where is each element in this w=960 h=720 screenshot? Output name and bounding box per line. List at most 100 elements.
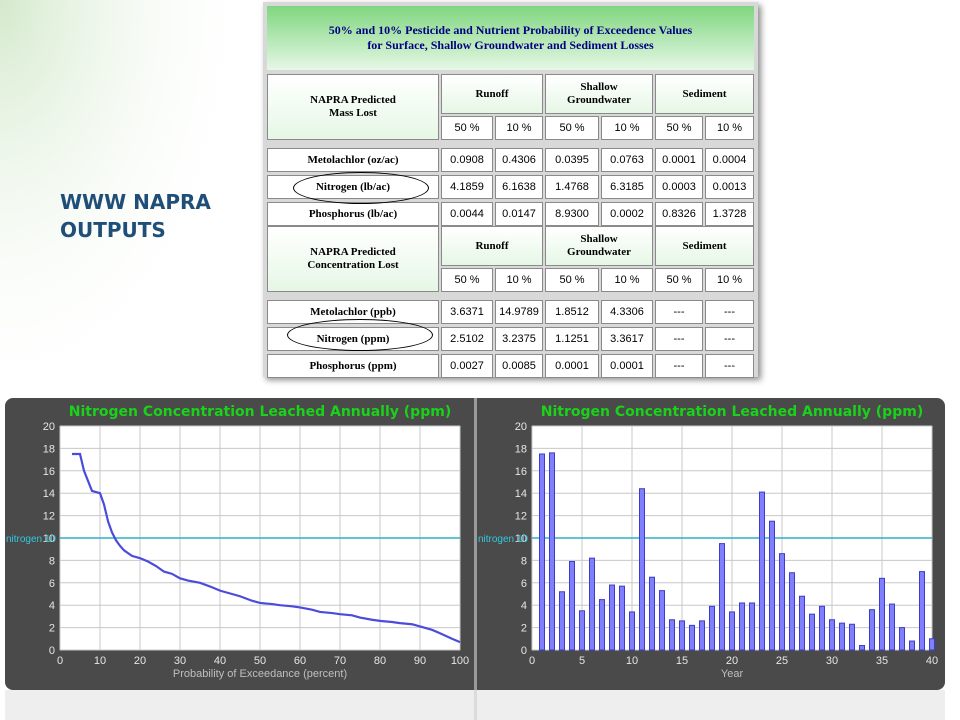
value-cell: 4.1859 (441, 175, 493, 199)
bar (659, 590, 665, 651)
chart-title: Nitrogen Concentration Leached Annually … (541, 404, 923, 420)
x-tick-label: 20 (726, 655, 738, 667)
percent-subheader: 10 % (705, 268, 754, 292)
value-cell: 0.0004 (705, 148, 754, 172)
x-tick-label: 50 (254, 655, 266, 667)
bar (859, 645, 865, 651)
value-cell: 1.1251 (545, 327, 599, 351)
y-tick-label: 4 (49, 600, 55, 612)
bar (819, 605, 825, 651)
reference-line-label: nitrogen 10 (6, 534, 56, 545)
bar (619, 585, 625, 651)
row-label: Metolachlor (ppb) (267, 300, 439, 324)
value-cell: 0.8326 (655, 202, 703, 226)
bar (899, 627, 905, 651)
percent-subheader: 10 % (601, 116, 653, 140)
bar (699, 620, 705, 651)
cell-line: Sediment (682, 239, 727, 252)
percent-subheader: 50 % (545, 116, 599, 140)
row-label: Nitrogen (ppm) (267, 327, 439, 351)
cell-line: NAPRA Predicted (310, 94, 396, 106)
cell-line: NAPRA Predicted (310, 246, 396, 258)
value-cell: 3.2375 (495, 327, 543, 351)
bar (839, 622, 845, 651)
cell-line: Concentration Lost (307, 259, 399, 271)
percent-subheader: 50 % (441, 116, 493, 140)
y-tick-label: 16 (515, 466, 527, 478)
percent-subheader: 50 % (655, 268, 703, 292)
percent-subheader: 10 % (601, 268, 653, 292)
cell-line: Runoff (475, 239, 509, 252)
value-cell: 14.9789 (495, 300, 543, 324)
value-cell: 0.0001 (655, 148, 703, 172)
cell-line: Shallow (580, 81, 618, 93)
y-tick-label: 14 (43, 488, 55, 500)
cell-line: Sediment (682, 87, 727, 100)
y-tick-label: 20 (43, 421, 55, 433)
table-header-line2: for Surface, Shallow Groundwater and Sed… (367, 38, 654, 52)
x-tick-label: 40 (926, 655, 938, 667)
value-cell: 0.0002 (601, 202, 653, 226)
x-tick-label: 0 (57, 655, 63, 667)
value-cell: --- (705, 300, 754, 324)
y-tick-label: 8 (521, 555, 527, 567)
value-cell: 0.0013 (705, 175, 754, 199)
y-tick-label: 2 (521, 623, 527, 635)
bar (919, 571, 925, 651)
x-tick-label: 30 (826, 655, 838, 667)
bar (549, 452, 555, 651)
bar (869, 609, 875, 651)
bar (849, 623, 855, 651)
value-cell: 3.6371 (441, 300, 493, 324)
cell-line: Groundwater (567, 246, 631, 258)
row-label: Metolachlor (oz/ac) (267, 148, 439, 172)
value-cell: --- (655, 300, 703, 324)
bar (829, 619, 835, 651)
slide-title-line2: OUTPUTS (60, 218, 166, 242)
bar (789, 572, 795, 651)
bar (689, 624, 695, 651)
value-cell: 0.0001 (545, 354, 599, 378)
bar (769, 520, 775, 651)
value-cell: 2.5102 (441, 327, 493, 351)
value-cell: 6.3185 (601, 175, 653, 199)
percent-subheader: 10 % (495, 268, 543, 292)
y-tick-label: 18 (515, 443, 527, 455)
bar (809, 613, 815, 651)
x-tick-label: 10 (626, 655, 638, 667)
bar (719, 543, 725, 651)
annual-bar-chart: Nitrogen Concentration Leached Annually … (478, 404, 938, 680)
bar (559, 591, 565, 651)
group-header: Runoff (441, 226, 543, 266)
y-tick-label: 6 (49, 578, 55, 590)
bar (749, 602, 755, 651)
value-cell: 0.0395 (545, 148, 599, 172)
value-cell: 0.0763 (601, 148, 653, 172)
bar (629, 611, 635, 651)
value-cell: --- (655, 327, 703, 351)
y-tick-label: 18 (43, 443, 55, 455)
value-cell: 4.3306 (601, 300, 653, 324)
value-cell: --- (705, 354, 754, 378)
x-tick-label: 60 (294, 655, 306, 667)
group-header: Sediment (655, 74, 754, 114)
y-tick-label: 20 (515, 421, 527, 433)
group-header: Shallow Groundwater (545, 226, 653, 266)
chart-title: Nitrogen Concentration Leached Annually … (69, 404, 451, 420)
value-cell: --- (655, 354, 703, 378)
table-header: 50% and 10% Pesticide and Nutrient Proba… (267, 6, 754, 70)
value-cell: 1.3728 (705, 202, 754, 226)
bar (599, 599, 605, 651)
group-header: Shallow Groundwater (545, 74, 653, 114)
section-label: NAPRA Predicted Concentration Lost (267, 226, 439, 292)
cell-line: Shallow (580, 233, 618, 245)
y-tick-label: 6 (521, 578, 527, 590)
bar (709, 605, 715, 651)
x-tick-label: 25 (776, 655, 788, 667)
percent-subheader: 50 % (655, 116, 703, 140)
y-tick-label: 2 (49, 623, 55, 635)
x-tick-label: 20 (134, 655, 146, 667)
value-cell: 0.0003 (655, 175, 703, 199)
bar (799, 595, 805, 651)
percent-subheader: 10 % (705, 116, 754, 140)
